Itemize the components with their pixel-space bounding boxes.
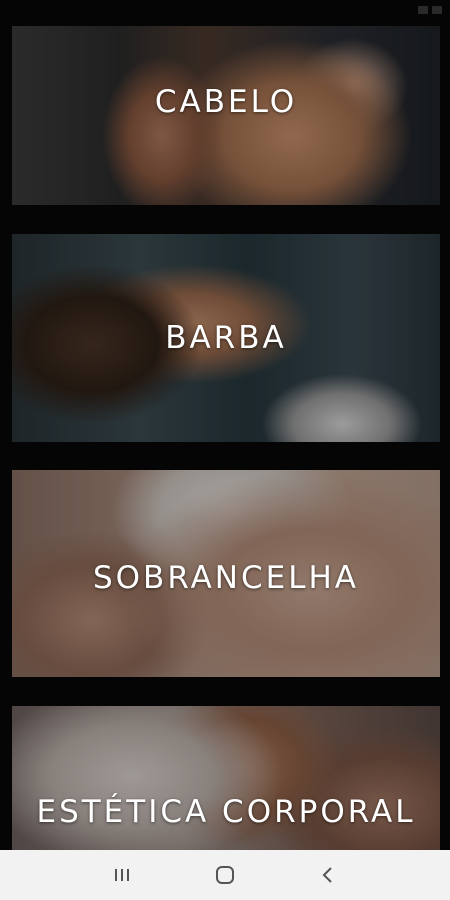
service-label-sobrancelha: SOBRANCELHA	[92, 560, 360, 596]
service-card-cabelo[interactable]: CABELO	[12, 26, 440, 205]
back-button[interactable]	[308, 855, 348, 895]
service-card-estetica-corporal[interactable]: ESTÉTICA CORPORAL	[12, 706, 440, 850]
status-icons	[418, 6, 442, 14]
status-bar	[0, 0, 450, 22]
service-label-estetica-corporal: ESTÉTICA CORPORAL	[36, 794, 416, 830]
home-button[interactable]	[205, 855, 245, 895]
home-icon	[215, 866, 234, 884]
back-icon	[322, 867, 333, 883]
service-label-cabelo: CABELO	[154, 84, 298, 120]
service-card-sobrancelha[interactable]: SOBRANCELHA	[12, 470, 440, 677]
battery-icon	[432, 6, 442, 14]
service-card-barba[interactable]: BARBA	[12, 234, 440, 442]
signal-icon	[418, 6, 428, 14]
system-nav-bar	[0, 850, 450, 900]
service-label-barba: BARBA	[165, 320, 287, 356]
app-screen: CABELO BARBA SOBRANCELHA ESTÉTICA CORPOR…	[0, 0, 450, 900]
recent-apps-icon	[114, 869, 129, 881]
recent-apps-button[interactable]	[102, 855, 142, 895]
